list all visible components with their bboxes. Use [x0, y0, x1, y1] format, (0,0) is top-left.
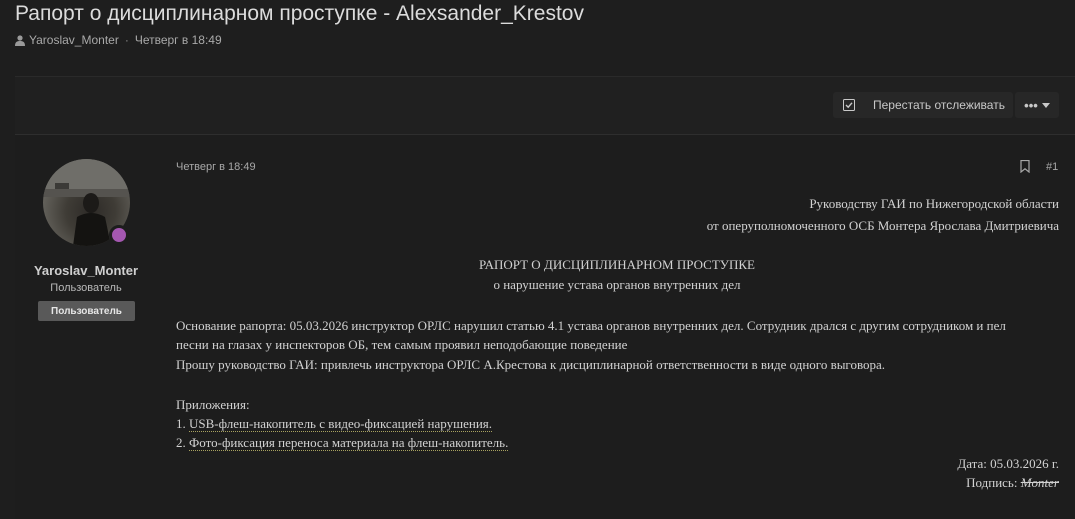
more-dots-icon: •••: [1024, 97, 1038, 113]
unwatch-label: Перестать отслеживать: [873, 98, 1005, 112]
user-icon: [15, 34, 25, 46]
signature-value: Monter: [1020, 475, 1059, 490]
thread-title: Рапорт о дисциплинарном проступке - Alex…: [15, 2, 584, 25]
thread-meta: Yaroslav_Monter · Четверг в 18:49: [15, 33, 222, 47]
report-heading: РАПОРТ О ДИСЦИПЛИНАРНОМ ПРОСТУПКЕ: [479, 257, 755, 272]
body-line-1: Основание рапорта: 05.03.2026 инструктор…: [176, 318, 1006, 333]
user-title: Пользователь: [50, 282, 122, 294]
attachment-1-link[interactable]: USB-флеш-накопитель с видео-фиксацией на…: [189, 416, 492, 432]
meta-separator: ·: [124, 33, 129, 47]
attachment-1: 1. USB-флеш-накопитель с видео-фиксацией…: [176, 416, 492, 432]
bookmark-icon[interactable]: [1020, 160, 1030, 173]
post-number-link[interactable]: #1: [1046, 161, 1058, 173]
body-line-2: песни на глазах у инспекторов ОБ, тем са…: [176, 337, 628, 352]
attachment-2-link[interactable]: Фото-фиксация переноса материала на флеш…: [189, 435, 509, 451]
report-subheading: о нарушение устава органов внутренних де…: [493, 277, 741, 292]
attachment-1-number: 1.: [176, 416, 189, 431]
unwatch-button[interactable]: Перестать отслеживать: [833, 92, 1013, 118]
date-line: Дата: 05.03.2026 г.: [957, 456, 1059, 471]
attachments-label: Приложения:: [176, 397, 250, 412]
more-options-button[interactable]: •••: [1015, 92, 1059, 118]
addressee-line-1: Руководству ГАИ по Нижегородской области: [809, 196, 1059, 211]
signature-line: Подпись: Monter: [966, 475, 1059, 491]
user-banner: Пользователь: [38, 301, 135, 321]
checkbox-icon: [843, 99, 855, 111]
post-date[interactable]: Четверг в 18:49: [176, 161, 256, 173]
thread-date[interactable]: Четверг в 18:49: [135, 33, 222, 47]
attachment-2-number: 2.: [176, 435, 189, 450]
signature-label: Подпись:: [966, 475, 1021, 490]
body-line-3: Прошу руководство ГАИ: привлечь инструкт…: [176, 357, 886, 372]
thread-author-link[interactable]: Yaroslav_Monter: [29, 33, 119, 47]
online-status-indicator: [109, 225, 129, 245]
attachment-2: 2. Фото-фиксация переноса материала на ф…: [176, 435, 509, 451]
addressee-line-2: от оперуполномоченного ОСБ Монтера Яросл…: [706, 218, 1059, 233]
chevron-down-icon: [1041, 102, 1050, 108]
post-author-username[interactable]: Yaroslav_Monter: [25, 263, 147, 278]
